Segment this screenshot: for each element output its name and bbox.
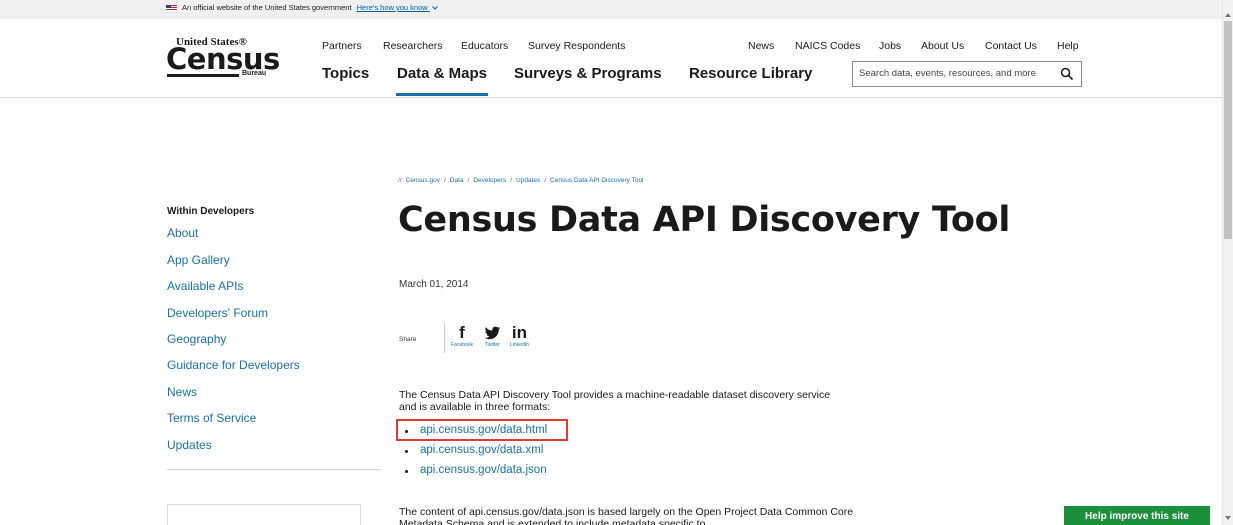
nav-surveys-and-programs[interactable]: Surveys & Programs [514, 65, 662, 82]
util-nav-educators[interactable]: Educators [461, 40, 508, 52]
sidebar-card [167, 504, 361, 525]
sidebar-item-terms-of-service[interactable]: Terms of Service [167, 411, 256, 425]
nav-topics[interactable]: Topics [322, 65, 369, 82]
site-header: United States® Census Bureau Partners Re… [0, 19, 1222, 98]
scrollbar-thumb[interactable] [1224, 21, 1232, 239]
gov-banner-text: An official website of the United States… [182, 3, 352, 12]
util-nav-contact-us[interactable]: Contact Us [985, 40, 1037, 52]
gov-banner: An official website of the United States… [0, 0, 1222, 19]
breadcrumb-separator: / [443, 177, 446, 184]
search-icon[interactable] [1060, 67, 1074, 81]
share-label: Share [399, 336, 417, 343]
util-nav-partners[interactable]: Partners [322, 40, 362, 52]
gov-banner-content: An official website of the United States… [166, 3, 438, 12]
nav-data-and-maps[interactable]: Data & Maps [397, 65, 487, 82]
heres-how-you-know-label: Here's how you know [356, 3, 428, 12]
twitter-share-button[interactable]: Twitter [484, 324, 501, 348]
sidebar-item-news[interactable]: News [167, 385, 197, 399]
sidebar-divider [167, 469, 381, 470]
breadcrumb: //Census.gov / Data / Developers / Updates / Cen… [398, 177, 644, 184]
breadcrumb-developers[interactable]: Developers [473, 177, 506, 184]
util-nav-news[interactable]: News [748, 40, 774, 52]
linkedin-label: LinkedIn [510, 342, 529, 348]
bullet [405, 450, 408, 453]
breadcrumb-separator: / [510, 177, 513, 184]
sidebar-item-geography[interactable]: Geography [167, 332, 226, 346]
util-nav-about-us[interactable]: About Us [921, 40, 964, 52]
browser-viewport: An official website of the United States… [0, 0, 1233, 525]
search-box [852, 61, 1082, 87]
scroll-down-arrow-icon[interactable] [1225, 516, 1231, 520]
highlight-box [396, 419, 568, 441]
search-input[interactable] [859, 68, 1055, 79]
scroll-up-arrow-icon[interactable] [1225, 13, 1231, 17]
breadcrumb-updates[interactable]: Updates [516, 177, 540, 184]
link-data-xml[interactable]: api.census.gov/data.xml [420, 444, 543, 456]
logo-bar [167, 74, 239, 77]
breadcrumb-current-page[interactable]: Census Data API Discovery Tool [550, 177, 643, 184]
util-nav-naics-codes[interactable]: NAICS Codes [795, 40, 860, 52]
page-content: An official website of the United States… [0, 0, 1222, 525]
facebook-share-button[interactable]: f Facebook [451, 323, 473, 349]
share-divider [444, 323, 445, 353]
breadcrumb-census-gov[interactable]: Census.gov [406, 177, 440, 184]
vertical-scrollbar[interactable] [1222, 0, 1233, 525]
facebook-label: Facebook [451, 342, 473, 348]
census-logo[interactable]: United States® Census Bureau [166, 34, 286, 84]
breadcrumb-prefix: // [398, 177, 402, 184]
facebook-icon: f [459, 323, 465, 342]
logo-bureau: Bureau [242, 70, 267, 77]
twitter-icon [484, 326, 501, 340]
util-nav-help[interactable]: Help [1057, 40, 1079, 52]
sidebar-item-developers-forum[interactable]: Developers' Forum [167, 306, 268, 320]
linkedin-share-button[interactable]: in LinkedIn [510, 323, 529, 349]
page-title: Census Data API Discovery Tool [398, 200, 1011, 240]
util-nav-jobs[interactable]: Jobs [879, 40, 901, 52]
sidebar-item-app-gallery[interactable]: App Gallery [167, 253, 230, 267]
us-flag-icon [166, 5, 177, 12]
twitter-label: Twitter [485, 342, 500, 348]
sidebar-item-updates[interactable]: Updates [167, 438, 212, 452]
util-nav-researchers[interactable]: Researchers [383, 40, 443, 52]
help-improve-site-button[interactable]: Help improve this site [1064, 506, 1210, 525]
breadcrumb-separator: / [467, 177, 470, 184]
util-nav-survey-respondents[interactable]: Survey Respondents [528, 40, 625, 52]
breadcrumb-data[interactable]: Data [450, 177, 464, 184]
body-paragraph: The content of api.census.gov/data.json … [399, 506, 854, 525]
heres-how-you-know-link[interactable]: Here's how you know [357, 3, 438, 12]
sidebar-item-about[interactable]: About [167, 226, 198, 240]
nav-resource-library[interactable]: Resource Library [689, 65, 812, 82]
intro-paragraph: The Census Data API Discovery Tool provi… [399, 389, 831, 413]
publish-date: March 01, 2014 [399, 279, 469, 290]
sidebar-item-available-apis[interactable]: Available APIs [167, 279, 244, 293]
linkedin-icon: in [511, 323, 527, 342]
breadcrumb-separator: / [544, 177, 547, 184]
bullet [405, 470, 408, 473]
sidebar-item-guidance-for-developers[interactable]: Guidance for Developers [167, 358, 300, 372]
active-nav-indicator [396, 93, 488, 96]
link-data-json[interactable]: api.census.gov/data.json [420, 464, 547, 476]
sidebar-title: Within Developers [167, 206, 255, 217]
chevron-down-icon [431, 6, 438, 10]
